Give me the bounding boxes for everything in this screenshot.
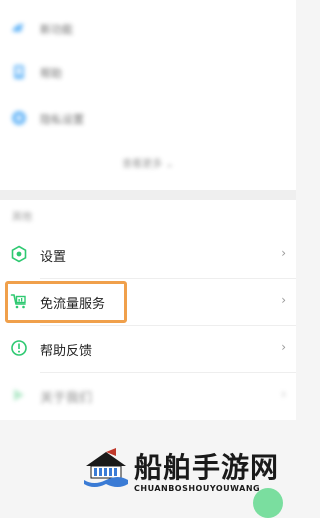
about-row[interactable]: 关于我们 › xyxy=(0,373,296,419)
phone-icon xyxy=(14,65,24,79)
free-data-service-row[interactable]: 免流量服务 › xyxy=(0,279,296,325)
menu-item-0[interactable]: 新功能 xyxy=(0,8,296,52)
chevron-right-icon: › xyxy=(281,340,286,354)
watermark-subtitle: CHUANBOSHOUYOUWANG xyxy=(134,484,261,493)
menu-item-2[interactable]: 隐私设置 xyxy=(0,98,296,142)
free-data-service-label: 免流量服务 xyxy=(40,297,106,312)
chevron-right-icon: › xyxy=(281,293,286,307)
watermark-title: 船舶手游网 xyxy=(134,451,280,484)
menu-item-label: 帮助 xyxy=(40,67,62,80)
help-feedback-label: 帮助反馈 xyxy=(40,344,93,359)
other-section-card: 其他 设置 › 免流量服务 › 帮助反馈 › 关于我们 › xyxy=(0,200,296,420)
settings-label: 设置 xyxy=(40,250,67,265)
bird-icon xyxy=(12,23,24,32)
menu-item-label: 新功能 xyxy=(40,23,73,36)
menu-item-1[interactable]: 帮助 xyxy=(0,52,296,96)
cart-icon xyxy=(10,294,26,309)
show-more-button[interactable]: 查看更多 ⌄ xyxy=(0,155,296,170)
help-feedback-row[interactable]: 帮助反馈 › xyxy=(0,326,296,372)
menu-item-label: 隐私设置 xyxy=(40,113,84,126)
ship-logo-icon xyxy=(84,448,128,487)
top-menu-card: 新功能 帮助 隐私设置 查看更多 ⌄ xyxy=(0,0,296,190)
section-gap xyxy=(0,190,296,200)
settings-row[interactable]: 设置 › xyxy=(0,232,296,278)
chevron-right-icon: › xyxy=(281,246,286,260)
info-icon xyxy=(11,340,27,356)
gear-icon xyxy=(11,245,27,263)
about-label: 关于我们 xyxy=(40,391,93,406)
shield-icon xyxy=(12,111,26,125)
watermark: 船舶手游网 CHUANBOSHOUYOUWANG xyxy=(82,440,296,500)
section-title: 其他 xyxy=(12,212,32,223)
chevron-right-icon: › xyxy=(281,387,286,401)
leaf-icon xyxy=(14,389,24,401)
